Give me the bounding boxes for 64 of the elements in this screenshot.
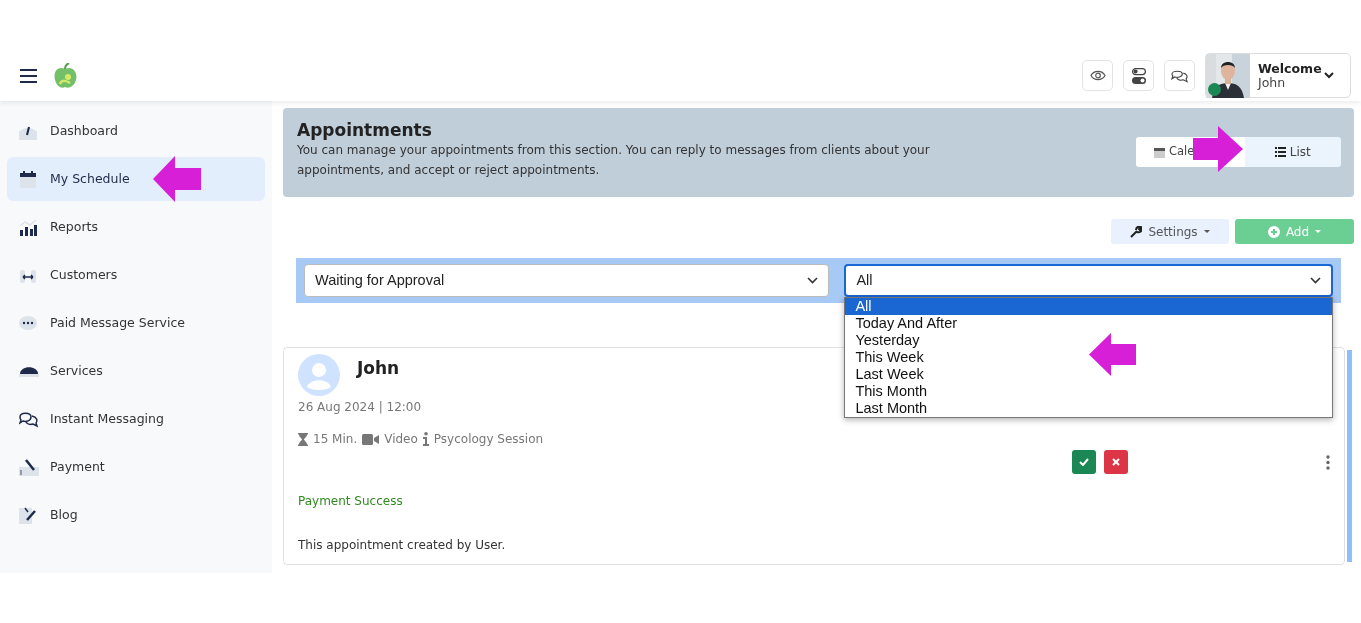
appointment-datetime: 26 Aug 2024 | 12:00 [298, 399, 422, 416]
sidebar-item[interactable]: Paid Message Service [7, 301, 265, 345]
welcome-label: Welcome [1258, 61, 1322, 76]
accept-button[interactable] [1072, 450, 1096, 474]
scrollbar[interactable] [1347, 350, 1352, 562]
chat-icon [1171, 68, 1188, 83]
sidebar-item[interactable]: My Schedule [7, 157, 265, 201]
dropdown-option[interactable]: This Week [845, 349, 1332, 366]
settings-button[interactable]: Settings [1111, 219, 1229, 244]
avatar-icon [298, 354, 340, 396]
pen-icon [19, 458, 39, 476]
duration-label: 15 Min. [313, 431, 358, 448]
chevron-down-icon [1310, 277, 1321, 284]
theme-toggle-button[interactable] [1123, 60, 1154, 91]
menu-icon[interactable] [20, 68, 37, 83]
sidebar-item[interactable]: Payment [7, 445, 265, 489]
edit-icon [19, 506, 39, 524]
filter-select[interactable]: Waiting for Approval [304, 264, 830, 297]
user-menu[interactable]: Welcome John [1205, 53, 1351, 98]
dropdown-option[interactable]: Today And After [845, 315, 1332, 332]
user-name: John [1258, 75, 1287, 90]
hourglass-icon [298, 432, 308, 446]
dropdown-option[interactable]: Yesterday [845, 332, 1332, 349]
dropdown-option[interactable]: Last Month [845, 400, 1332, 417]
sidebar-item[interactable]: Services [7, 349, 265, 393]
page-description: You can manage your appointments from this section. You can reply to messages from clients about your appointments, and accept or reject appointments. [297, 141, 931, 179]
sidebar-item[interactable]: Customers [7, 253, 265, 297]
eye-icon [1089, 70, 1106, 81]
service-label: Psycology Session [433, 431, 544, 448]
speech-bubble-icon [19, 314, 39, 332]
calendar-icon [1154, 146, 1165, 158]
session-type-label: Video [384, 431, 418, 448]
chevron-down-icon [807, 277, 819, 284]
check-icon [1079, 458, 1089, 466]
sidebar-item[interactable]: Instant Messaging [7, 397, 265, 441]
logo-icon [53, 62, 77, 89]
chat-icon [19, 410, 39, 428]
video-camera-icon [362, 433, 380, 445]
list-icon [1274, 147, 1286, 157]
messages-button[interactable] [1164, 60, 1195, 91]
appointment-note: This appointment created by User. [298, 537, 506, 554]
page-title: Appointments [297, 121, 433, 140]
dropdown-option[interactable]: All [845, 298, 1332, 315]
list-view-tab[interactable]: List [1244, 137, 1341, 167]
sidebar-item[interactable]: Blog [7, 493, 265, 537]
close-icon [1112, 458, 1120, 466]
dropdown-option[interactable]: This Month [845, 383, 1332, 400]
chevron-down-icon [1324, 72, 1334, 79]
sidebar-item[interactable]: Reports [7, 205, 265, 249]
toggle-icon [1131, 67, 1146, 84]
service-bell-icon [19, 365, 39, 377]
plus-circle-icon [1267, 225, 1280, 238]
preview-button[interactable] [1082, 60, 1113, 91]
bar-chart-icon [19, 218, 39, 236]
reject-button[interactable] [1104, 450, 1128, 474]
more-options-icon[interactable] [1326, 454, 1330, 470]
filter-select[interactable]: All [844, 264, 1333, 297]
client-name: John [357, 357, 400, 380]
dropdown-option[interactable]: Last Week [845, 366, 1332, 383]
wrench-icon [1130, 225, 1143, 238]
calendar-icon [19, 170, 39, 188]
payment-status: Payment Success [298, 493, 403, 510]
info-icon [422, 432, 429, 446]
sidebar-item[interactable]: Dashboard [7, 109, 265, 153]
